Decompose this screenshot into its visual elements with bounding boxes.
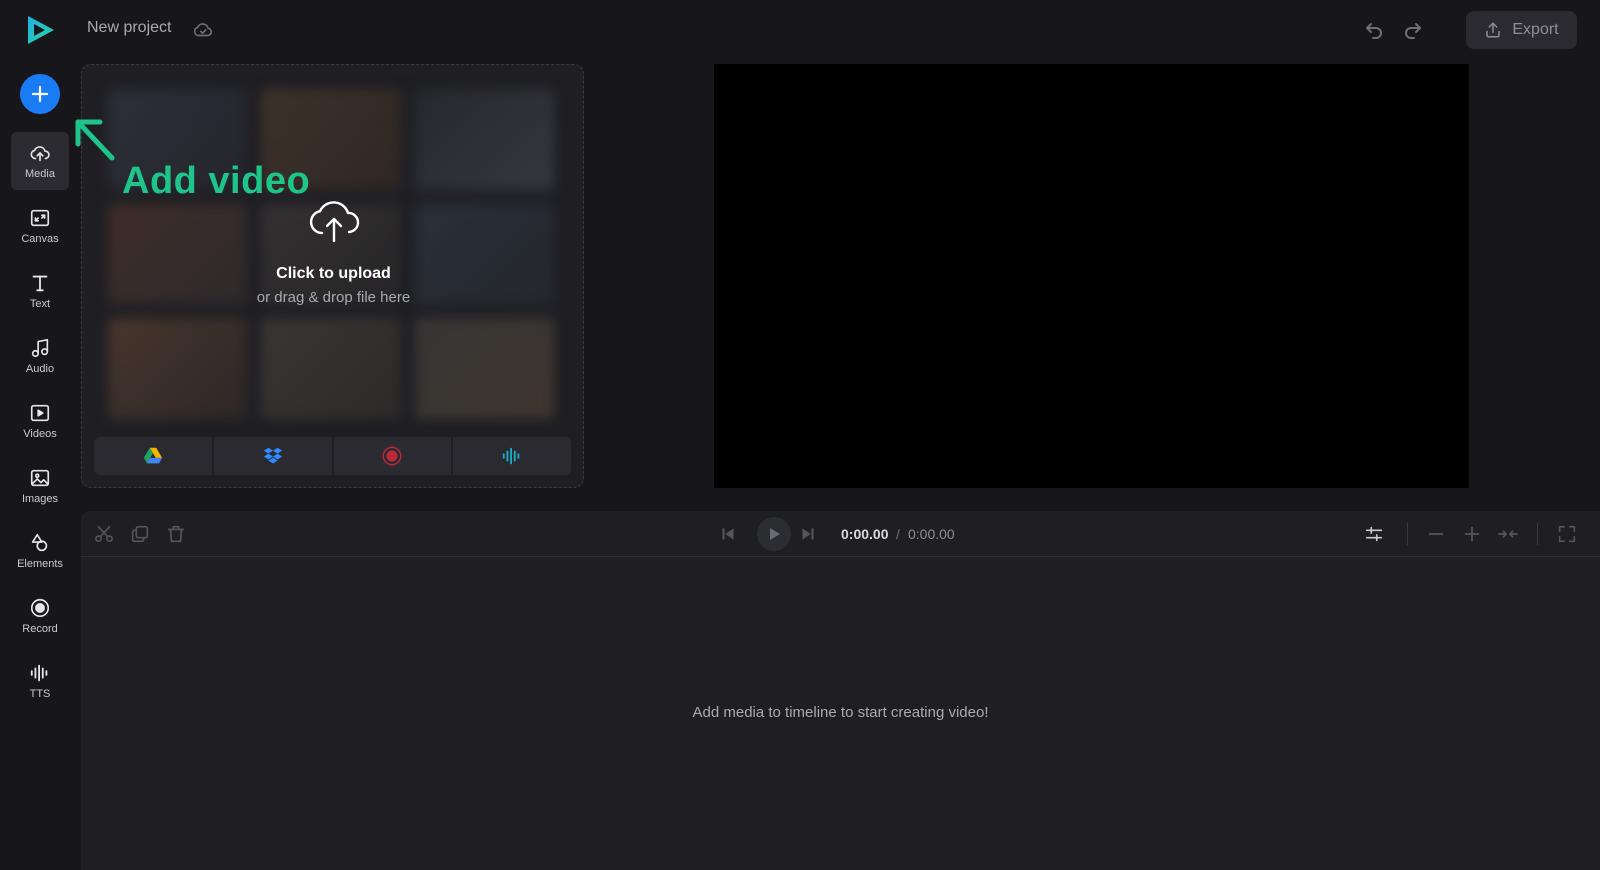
sidebar-item-images[interactable]: Images xyxy=(11,457,69,515)
text-icon xyxy=(32,275,48,292)
upload-subtitle: or drag & drop file here xyxy=(256,289,411,306)
sidebar: Media Canvas Text Audio Videos Images El… xyxy=(0,60,80,870)
media-thumbnail xyxy=(414,318,554,419)
sliders-icon xyxy=(1365,526,1383,542)
duplicate-icon xyxy=(131,525,149,543)
fullscreen-icon xyxy=(1558,525,1576,543)
sidebar-item-label: Images xyxy=(21,493,59,505)
sidebar-item-label: Canvas xyxy=(21,233,59,245)
record-icon xyxy=(30,598,50,618)
sidebar-item-label: Media xyxy=(25,168,55,180)
redo-icon[interactable] xyxy=(1401,18,1425,42)
split-button[interactable] xyxy=(93,523,115,545)
record-source-button[interactable] xyxy=(333,437,452,475)
sidebar-item-label: Text xyxy=(29,298,51,310)
export-label: Export xyxy=(1512,21,1559,38)
sidebar-item-label: Videos xyxy=(23,428,57,440)
hint-arrow-icon xyxy=(75,119,115,161)
export-button[interactable]: Export xyxy=(1466,11,1577,49)
add-media-button[interactable] xyxy=(20,74,60,114)
canvas-icon xyxy=(30,209,50,227)
sidebar-item-media[interactable]: Media xyxy=(11,132,69,190)
upload-source-bar xyxy=(94,437,571,475)
timeline-settings-button[interactable] xyxy=(1363,523,1385,545)
skip-back-button[interactable] xyxy=(717,523,739,545)
media-thumbnail xyxy=(414,89,554,190)
media-thumbnail xyxy=(108,318,248,419)
toolbar-divider xyxy=(1407,523,1408,545)
top-bar: New project Export xyxy=(0,0,1600,60)
cloud-upload-icon xyxy=(30,146,50,162)
minus-icon xyxy=(1428,533,1444,535)
sidebar-item-elements[interactable]: Elements xyxy=(11,522,69,580)
duplicate-button[interactable] xyxy=(129,523,151,545)
collapse-arrows-icon xyxy=(1498,530,1518,538)
sidebar-item-text[interactable]: Text xyxy=(11,262,69,320)
sidebar-item-label: TTS xyxy=(29,688,51,700)
sidebar-item-canvas[interactable]: Canvas xyxy=(11,197,69,255)
skip-forward-button[interactable] xyxy=(797,523,819,545)
media-upload-dropzone[interactable]: Click to upload or drag & drop file here xyxy=(81,64,584,488)
fullscreen-button[interactable] xyxy=(1556,523,1578,545)
timeline-toolbar: 0:00.00 / 0:00.00 xyxy=(81,511,1600,557)
sidebar-item-videos[interactable]: Videos xyxy=(11,392,69,450)
app-logo-icon[interactable] xyxy=(24,14,56,46)
media-thumbnail xyxy=(261,318,401,419)
tts-source-button[interactable] xyxy=(453,437,571,475)
time-separator: / xyxy=(896,526,900,542)
play-icon xyxy=(770,528,780,540)
music-note-icon xyxy=(31,338,49,358)
sidebar-item-label: Elements xyxy=(17,558,63,570)
zoom-out-button[interactable] xyxy=(1425,523,1447,545)
sidebar-item-label: Audio xyxy=(25,363,55,375)
export-icon xyxy=(1486,22,1501,38)
plus-icon xyxy=(31,85,49,103)
delete-button[interactable] xyxy=(165,523,187,545)
trash-icon xyxy=(167,525,185,543)
skip-forward-icon xyxy=(802,528,814,540)
shapes-icon xyxy=(31,533,48,552)
play-button[interactable] xyxy=(757,517,791,551)
video-preview-canvas[interactable] xyxy=(714,64,1469,488)
project-title[interactable]: New project xyxy=(87,19,171,37)
plus-icon xyxy=(1464,526,1480,542)
toolbar-divider xyxy=(1537,523,1538,545)
add-video-hint: Add video xyxy=(122,160,311,202)
dropbox-icon xyxy=(263,447,282,464)
upload-title: Click to upload xyxy=(276,265,391,282)
upload-prompt[interactable]: Click to upload or drag & drop file here xyxy=(82,195,583,306)
video-play-icon xyxy=(30,404,50,422)
timeline-panel: 0:00.00 / 0:00.00 Add media to timeline … xyxy=(81,511,1600,870)
total-time: 0:00.00 xyxy=(908,526,955,542)
google-drive-icon xyxy=(143,447,163,464)
cloud-upload-icon xyxy=(309,201,359,243)
image-icon xyxy=(30,469,50,487)
zoom-in-button[interactable] xyxy=(1461,523,1483,545)
undo-icon[interactable] xyxy=(1362,18,1386,42)
record-icon xyxy=(382,446,402,466)
sidebar-item-record[interactable]: Record xyxy=(11,587,69,645)
cloud-check-icon xyxy=(193,23,213,37)
dropbox-button[interactable] xyxy=(213,437,332,475)
timeline-empty-message: Add media to timeline to start creating … xyxy=(692,704,989,721)
skip-back-icon xyxy=(722,528,734,540)
waveform-icon xyxy=(502,447,520,465)
sidebar-item-audio[interactable]: Audio xyxy=(11,327,69,385)
google-drive-button[interactable] xyxy=(94,437,212,475)
fit-timeline-button[interactable] xyxy=(1497,523,1519,545)
sidebar-item-tts[interactable]: TTS xyxy=(11,652,69,710)
sidebar-item-label: Record xyxy=(22,623,58,635)
waveform-icon xyxy=(30,664,48,682)
scissors-icon xyxy=(95,525,113,542)
current-time: 0:00.00 xyxy=(841,526,889,542)
